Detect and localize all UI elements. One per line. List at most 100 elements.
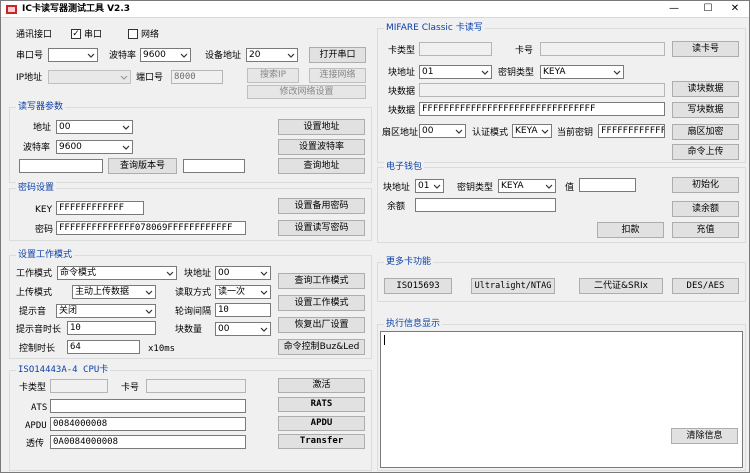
- minimize-button[interactable]: —: [659, 1, 689, 18]
- apdu-input[interactable]: 0084000008: [50, 417, 246, 431]
- cpu-card-type-input[interactable]: [50, 379, 108, 393]
- minimize-icon: —: [669, 3, 679, 14]
- deduct-button[interactable]: 扣款: [597, 222, 664, 238]
- block-count-label: 块数量: [175, 325, 203, 335]
- mf-block-data-input[interactable]: FFFFFFFFFFFFFFFFFFFFFFFFFFFFFFFF: [419, 102, 665, 116]
- set-rw-pwd-button[interactable]: 设置读写密码: [278, 220, 365, 236]
- read-card-button[interactable]: 读卡号: [672, 41, 739, 57]
- poll-input[interactable]: 10: [215, 303, 271, 317]
- query-workmode-button[interactable]: 查询工作模式: [278, 273, 365, 289]
- sector-label: 扇区地址: [382, 128, 419, 138]
- read-block-button[interactable]: 读块数据: [672, 81, 739, 97]
- clear-log-button[interactable]: 清除信息: [671, 428, 738, 444]
- ats-input[interactable]: [50, 399, 246, 413]
- transfer-input[interactable]: 0A0084000008: [50, 435, 246, 449]
- activate-button[interactable]: 激活: [278, 378, 365, 393]
- mf-key-type-value: KEYA: [543, 67, 566, 77]
- log-textarea[interactable]: [380, 331, 743, 468]
- addr-result-output[interactable]: [183, 159, 245, 173]
- iso15693-button[interactable]: ISO15693: [384, 278, 452, 294]
- cpu-card-no-label: 卡号: [121, 383, 140, 393]
- sector-encrypt-button[interactable]: 扇区加密: [672, 124, 739, 140]
- ctrl-time-label: 控制时长: [19, 344, 56, 354]
- transfer-button[interactable]: Transfer: [278, 434, 365, 449]
- wallet-key-type-label: 密钥类型: [457, 183, 494, 193]
- wm-block-select[interactable]: 00: [215, 266, 271, 280]
- apdu-button[interactable]: APDU: [278, 416, 365, 431]
- ctrl-time-input[interactable]: 64: [67, 340, 140, 354]
- mf-card-no-label: 卡号: [515, 46, 534, 56]
- ip-label: IP地址: [16, 73, 43, 83]
- rats-button[interactable]: RATS: [278, 397, 365, 412]
- wallet-init-button[interactable]: 初始化: [672, 177, 739, 193]
- des-aes-button[interactable]: DES/AES: [672, 278, 739, 294]
- reader-addr-select[interactable]: 00: [56, 120, 133, 134]
- password-title: 密码设置: [16, 182, 57, 194]
- cpu-card-no-input[interactable]: [146, 379, 246, 393]
- cur-key-input[interactable]: FFFFFFFFFFFF: [598, 124, 665, 138]
- wallet-value-input[interactable]: [579, 178, 636, 192]
- auth-select[interactable]: KEYA: [512, 124, 552, 138]
- reader-params-title: 读写器参数: [16, 101, 66, 113]
- upload-select[interactable]: 主动上传数据: [72, 285, 156, 299]
- prompt-select[interactable]: 关闭: [56, 304, 156, 318]
- app-icon: [6, 4, 17, 15]
- baud-label: 波特率: [109, 51, 137, 61]
- key-input[interactable]: FFFFFFFFFFFF: [56, 201, 144, 215]
- read-way-select[interactable]: 读一次: [215, 285, 271, 299]
- pwd-input[interactable]: FFFFFFFFFFFFFF078069FFFFFFFFFFFF: [56, 221, 246, 235]
- chevron-down-icon: [180, 53, 188, 58]
- maximize-button[interactable]: ☐: [693, 1, 723, 18]
- wallet-key-type-select[interactable]: KEYA: [498, 179, 556, 193]
- version-output[interactable]: [19, 159, 103, 173]
- query-version-button[interactable]: 查询版本号: [108, 158, 177, 174]
- prompt-label: 提示音: [19, 307, 47, 317]
- window-title: IC卡读写器测试工具 V2.3: [22, 4, 130, 14]
- cmd-upload-button[interactable]: 命令上传: [672, 144, 739, 160]
- upload-label: 上传模式: [16, 288, 53, 298]
- reader-baud-select[interactable]: 9600: [56, 140, 133, 154]
- mode-value: 命令模式: [60, 268, 97, 278]
- mf-card-type-input[interactable]: [419, 42, 492, 56]
- netport-input[interactable]: 8000: [171, 70, 223, 84]
- wallet-block-select[interactable]: 01: [415, 179, 444, 193]
- ip-select[interactable]: [48, 70, 131, 84]
- read-balance-button[interactable]: 读余额: [672, 201, 739, 217]
- device-addr-select[interactable]: 20: [246, 48, 298, 62]
- sector-select[interactable]: 00: [419, 124, 466, 138]
- set-backup-pwd-button[interactable]: 设置备用密码: [278, 198, 365, 214]
- baud-select[interactable]: 9600: [140, 48, 191, 62]
- port-select[interactable]: [48, 48, 98, 62]
- query-addr-button[interactable]: 查询地址: [278, 158, 365, 174]
- serial-checkbox[interactable]: ✓: [71, 29, 81, 39]
- cmd-ctrl-buzled-button[interactable]: 命令控制Buz&Led: [278, 339, 365, 355]
- id-card-srix-button[interactable]: 二代证&SRIx: [579, 278, 663, 294]
- search-ip-button[interactable]: 搜索IP: [247, 68, 299, 83]
- ultralight-ntag-button[interactable]: Ultralight/NTAG: [471, 278, 555, 294]
- close-button[interactable]: ✕: [721, 1, 749, 18]
- mf-key-type-select[interactable]: KEYA: [540, 65, 624, 79]
- wallet-balance-output[interactable]: [415, 198, 556, 212]
- open-port-button[interactable]: 打开串口: [309, 47, 366, 63]
- connect-network-button[interactable]: 连接网络: [309, 68, 366, 83]
- recharge-button[interactable]: 充值: [672, 222, 739, 238]
- reader-addr-value: 00: [59, 122, 71, 132]
- set-addr-button[interactable]: 设置地址: [278, 119, 365, 135]
- set-baud-button[interactable]: 设置波特率: [278, 139, 365, 155]
- restore-factory-button[interactable]: 恢复出厂设置: [278, 317, 365, 333]
- write-block-button[interactable]: 写块数据: [672, 102, 739, 118]
- block-count-select[interactable]: 00: [215, 322, 271, 336]
- mf-card-type-label: 卡类型: [388, 46, 416, 56]
- set-workmode-button[interactable]: 设置工作模式: [278, 295, 365, 311]
- mf-block-data-output[interactable]: [419, 83, 665, 97]
- wm-block-value: 00: [218, 268, 230, 278]
- modify-network-button[interactable]: 修改网络设置: [247, 85, 366, 99]
- chevron-down-icon: [541, 129, 549, 134]
- network-checkbox[interactable]: [128, 29, 138, 39]
- mf-block-select[interactable]: 01: [419, 65, 492, 79]
- mode-select[interactable]: 命令模式: [57, 266, 177, 280]
- read-way-value: 读一次: [218, 287, 246, 297]
- mf-card-no-input[interactable]: [540, 42, 665, 56]
- apdu-label: APDU: [25, 421, 47, 431]
- prompt-len-input[interactable]: 10: [67, 321, 156, 335]
